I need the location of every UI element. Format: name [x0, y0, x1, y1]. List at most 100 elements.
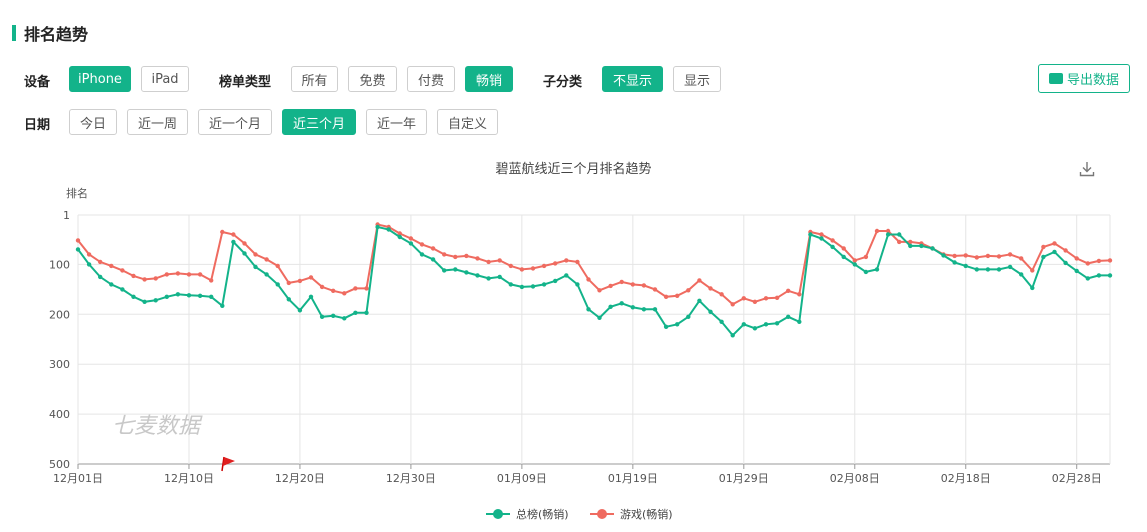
export-data-button[interactable]: 导出数据: [1038, 64, 1130, 93]
data-point: [186, 272, 192, 277]
x-tick-label: 02月08日: [830, 472, 880, 485]
data-point: [453, 254, 458, 260]
date-label: 日期: [24, 118, 51, 133]
data-point: [331, 288, 336, 293]
data-point: [830, 238, 835, 243]
list-type-all-button[interactable]: 所有: [291, 66, 338, 92]
data-point: [331, 313, 336, 318]
data-point: [142, 277, 147, 282]
data-point: [86, 252, 92, 257]
data-point: [486, 259, 491, 265]
data-point: [786, 288, 791, 293]
data-point: [386, 224, 391, 230]
series-line-1: [77, 223, 1111, 306]
data-point: [1107, 258, 1113, 263]
legend-label[interactable]: 游戏(畅销): [620, 507, 673, 521]
y-tick-label: 1: [63, 209, 70, 222]
data-point: [419, 252, 425, 257]
data-point: [885, 228, 891, 234]
data-point: [209, 278, 214, 283]
cloud-upload-icon: [1048, 73, 1063, 84]
data-point: [319, 284, 325, 290]
data-point: [519, 284, 525, 290]
data-point: [1030, 285, 1035, 291]
chart-title: 碧蓝航线近三个月排名趋势: [495, 162, 652, 177]
data-point: [486, 276, 491, 281]
subcategory-hide-button[interactable]: 不显示: [602, 66, 663, 92]
subcategory-show-button[interactable]: 显示: [673, 66, 721, 92]
data-point: [497, 274, 502, 280]
data-point: [863, 269, 869, 275]
y-tick-label: 100: [49, 258, 70, 271]
data-point: [253, 264, 258, 270]
data-point: [530, 266, 536, 271]
data-point: [153, 298, 158, 303]
list-type-paid-button[interactable]: 付费: [407, 66, 455, 92]
y-tick-label: 500: [49, 458, 70, 471]
date-three-months-button[interactable]: 近三个月: [282, 109, 356, 135]
data-point: [197, 293, 203, 298]
data-point: [275, 263, 280, 269]
data-point: [763, 296, 769, 301]
download-icon[interactable]: [1078, 160, 1096, 178]
data-point: [608, 283, 613, 289]
y-tick-label: 200: [49, 308, 70, 321]
export-data-label: 导出数据: [1066, 73, 1119, 88]
data-point: [475, 273, 480, 278]
data-point: [530, 284, 536, 289]
data-point: [1063, 260, 1068, 266]
x-tick-label: 01月09日: [497, 472, 547, 485]
data-point: [941, 252, 946, 257]
section-title: 排名趋势: [12, 22, 88, 44]
watermark: 七麦数据: [112, 414, 203, 439]
y-tick-label: 400: [49, 408, 70, 421]
device-ipad-button[interactable]: iPad: [141, 66, 189, 92]
data-point: [1052, 241, 1057, 246]
data-point: [1107, 273, 1113, 278]
chart-series: [75, 222, 1113, 338]
data-point: [353, 286, 358, 291]
data-point: [297, 308, 303, 313]
list-type-grossing-button[interactable]: 畅销: [465, 66, 513, 92]
date-week-button[interactable]: 近一周: [127, 109, 188, 135]
data-point: [541, 263, 547, 269]
data-point: [985, 267, 991, 272]
y-axis-label: 排名: [66, 186, 88, 200]
data-point: [841, 246, 846, 251]
legend-label[interactable]: 总榜(畅销): [516, 507, 569, 521]
date-month-button[interactable]: 近一个月: [198, 109, 272, 135]
data-point: [741, 296, 746, 301]
device-iphone-button[interactable]: iPhone: [69, 66, 131, 92]
data-point: [109, 282, 114, 287]
data-point: [98, 259, 103, 265]
data-point: [242, 251, 247, 256]
data-point: [220, 229, 225, 235]
data-point: [630, 282, 635, 287]
data-point: [286, 280, 291, 286]
data-point: [863, 254, 869, 260]
data-point: [1019, 256, 1024, 261]
date-custom-button[interactable]: 自定义: [437, 109, 498, 135]
list-type-free-button[interactable]: 免费: [348, 66, 397, 92]
date-today-button[interactable]: 今日: [69, 109, 117, 135]
data-point: [1041, 244, 1046, 250]
data-point: [985, 253, 991, 259]
data-point: [275, 282, 280, 287]
date-year-button[interactable]: 近一年: [366, 109, 427, 135]
red-flag-icon: [221, 456, 235, 472]
data-point: [663, 294, 669, 299]
data-point: [808, 232, 813, 237]
data-point: [919, 241, 924, 246]
data-point: [519, 267, 525, 272]
data-point: [120, 287, 125, 292]
list-type-label: 榜单类型: [219, 75, 272, 90]
data-point: [209, 294, 214, 299]
chart-legend: 总榜(畅销) 游戏(畅销): [486, 507, 673, 521]
data-point: [752, 299, 758, 304]
data-point: [797, 319, 802, 324]
data-point: [375, 222, 380, 227]
data-point: [730, 333, 735, 338]
data-point: [763, 322, 769, 327]
data-point: [231, 239, 236, 245]
data-point: [308, 275, 314, 280]
